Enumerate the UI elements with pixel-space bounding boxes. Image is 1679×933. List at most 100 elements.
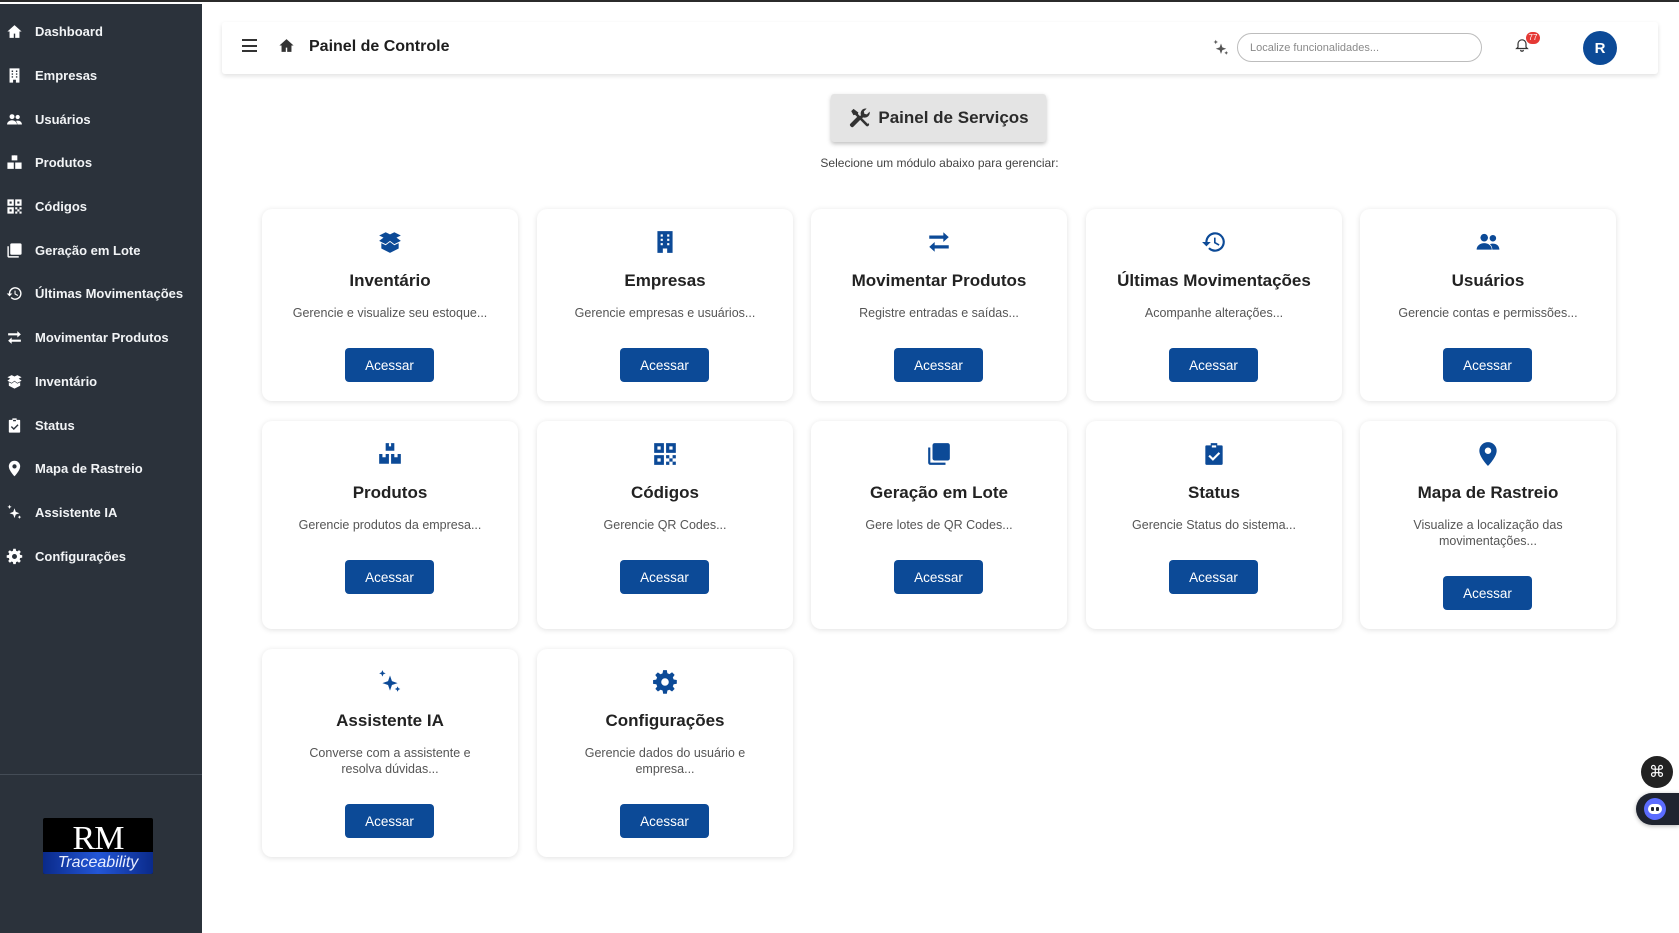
card-mapa-de-rastreio: Mapa de Rastreio Visualize a localização… [1360, 421, 1616, 629]
sidebar-item-inventario[interactable]: Inventário [0, 360, 202, 404]
sidebar-item-label: Usuários [35, 111, 91, 127]
avatar[interactable]: R [1583, 31, 1617, 65]
card-description: Gerencie empresas e usuários... [574, 306, 756, 320]
card-title: Status [1188, 483, 1240, 502]
clipboard-check-icon [1086, 441, 1342, 467]
card-title: Códigos [631, 483, 699, 502]
box-open-icon [262, 229, 518, 255]
card-assistente-ia: Assistente IA Converse com a assistente … [262, 649, 518, 857]
card-produtos: Produtos Gerencie produtos da empresa...… [262, 421, 518, 629]
card-description: Gerencie QR Codes... [603, 518, 727, 532]
sidebar-item-ultimas-movimentacoes[interactable]: Últimas Movimentações [0, 272, 202, 316]
access-button[interactable]: Acessar [345, 348, 434, 382]
card-description: Acompanhe alterações... [1144, 306, 1284, 320]
sidebar-item-geracao-em-lote[interactable]: Geração em Lote [0, 228, 202, 272]
card-description: Gerencie e visualize seu estoque... [292, 306, 488, 320]
card-status: Status Gerencie Status do sistema... Ace… [1086, 421, 1342, 629]
exchange-icon [5, 329, 23, 347]
gear-icon [5, 547, 23, 565]
qrcode-icon [5, 198, 23, 216]
services-panel-title: Painel de Serviços [878, 108, 1029, 127]
sidebar-item-codigos[interactable]: Códigos [0, 185, 202, 229]
boxes-icon [262, 441, 518, 467]
search-input[interactable] [1237, 33, 1482, 62]
sidebar-item-label: Empresas [35, 68, 98, 84]
history-icon [5, 285, 23, 303]
services-panel-button[interactable]: Painel de Serviços [831, 94, 1046, 142]
sidebar-item-configuracoes[interactable]: Configurações [0, 534, 202, 578]
sidebar-item-empresas[interactable]: Empresas [0, 54, 202, 98]
card-description: Gerencie produtos da empresa... [298, 518, 482, 532]
chat-widget-button[interactable] [1636, 793, 1679, 825]
chatbot-icon [1644, 798, 1666, 820]
sidebar-item-movimentar-produtos[interactable]: Movimentar Produtos [0, 316, 202, 360]
card-movimentar-produtos: Movimentar Produtos Registre entradas e … [811, 209, 1067, 401]
access-button[interactable]: Acessar [345, 560, 434, 594]
card-description: Gerencie Status do sistema... [1132, 518, 1296, 532]
card-geracao-em-lote: Geração em Lote Gere lotes de QR Codes..… [811, 421, 1067, 629]
sidebar-item-label: Dashboard [35, 24, 103, 40]
hamburger-menu-icon[interactable] [242, 39, 257, 52]
exchange-icon [811, 229, 1067, 255]
card-title: Mapa de Rastreio [1417, 483, 1559, 502]
access-button[interactable]: Acessar [894, 560, 983, 594]
access-button[interactable]: Acessar [894, 348, 983, 382]
sidebar-divider [0, 774, 202, 775]
map-pin-icon [1360, 441, 1616, 467]
logo-text-main: RM [72, 820, 125, 857]
card-title: Empresas [624, 271, 706, 290]
card-usuarios: Usuários Gerencie contas e permissões...… [1360, 209, 1616, 401]
sparkles-icon [262, 669, 518, 695]
access-button[interactable]: Acessar [1169, 348, 1258, 382]
card-description: Converse com a assistente e resolva dúvi… [309, 746, 471, 776]
card-title: Configurações [605, 711, 725, 730]
sidebar-item-label: Assistente IA [35, 504, 118, 520]
access-button[interactable]: Acessar [620, 348, 709, 382]
box-open-icon [5, 372, 23, 390]
command-key-icon: ⌘ [1649, 764, 1665, 781]
sidebar-item-usuarios[interactable]: Usuários [0, 97, 202, 141]
sparkles-icon[interactable] [1212, 39, 1230, 57]
history-icon [1086, 229, 1342, 255]
boxes-icon [5, 154, 23, 172]
sidebar-item-assistente-ia[interactable]: Assistente IA [0, 491, 202, 535]
tools-icon [848, 107, 870, 129]
access-button[interactable]: Acessar [1169, 560, 1258, 594]
brand-logo: RM Traceability [43, 818, 153, 874]
qrcode-icon [537, 441, 793, 467]
sidebar-item-label: Inventário [35, 373, 98, 389]
sidebar-item-label: Mapa de Rastreio [35, 461, 143, 477]
map-pin-icon [5, 460, 23, 478]
card-title: Inventário [349, 271, 431, 290]
copy-icon [811, 441, 1067, 467]
home-icon[interactable] [278, 37, 295, 54]
card-title: Geração em Lote [870, 483, 1008, 502]
sidebar-item-mapa-de-rastreio[interactable]: Mapa de Rastreio [0, 447, 202, 491]
card-title: Usuários [1451, 271, 1525, 290]
top-header: Painel de Controle 77 R [222, 22, 1658, 74]
card-description: Visualize a localização das movimentaçõe… [1413, 518, 1563, 548]
gear-icon [537, 669, 793, 695]
sidebar-nav: Dashboard Empresas Usuários Produtos Cód… [0, 4, 202, 578]
shortcuts-fab-button[interactable]: ⌘ [1641, 756, 1673, 788]
card-configuracoes: Configurações Gerencie dados do usuário … [537, 649, 793, 857]
users-icon [1360, 229, 1616, 255]
building-icon [5, 67, 23, 85]
card-description: Gerencie contas e permissões... [1398, 306, 1578, 320]
sidebar-item-dashboard[interactable]: Dashboard [0, 10, 202, 54]
card-inventario: Inventário Gerencie e visualize seu esto… [262, 209, 518, 401]
access-button[interactable]: Acessar [345, 804, 434, 838]
panel-subtitle: Selecione um módulo abaixo para gerencia… [820, 156, 1059, 170]
access-button[interactable]: Acessar [620, 560, 709, 594]
access-button[interactable]: Acessar [620, 804, 709, 838]
sidebar: Dashboard Empresas Usuários Produtos Cód… [0, 4, 202, 933]
card-title: Movimentar Produtos [851, 271, 1027, 290]
sidebar-item-label: Últimas Movimentações [35, 286, 184, 302]
clipboard-check-icon [5, 416, 23, 434]
sidebar-item-status[interactable]: Status [0, 403, 202, 447]
sidebar-item-produtos[interactable]: Produtos [0, 141, 202, 185]
sparkles-icon [5, 503, 23, 521]
card-description: Registre entradas e saídas... [859, 306, 1019, 320]
access-button[interactable]: Acessar [1443, 348, 1532, 382]
access-button[interactable]: Acessar [1443, 576, 1532, 610]
